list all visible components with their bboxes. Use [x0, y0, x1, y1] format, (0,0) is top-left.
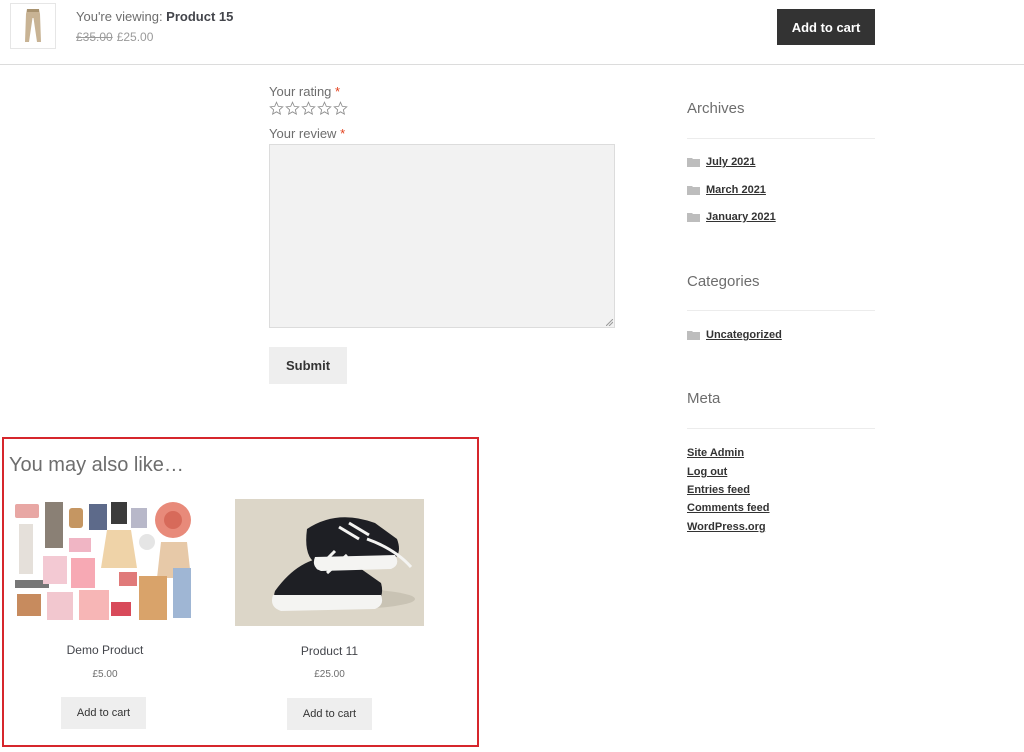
sneakers-image[interactable]: [235, 499, 424, 626]
meta-link-entries-feed[interactable]: Entries feed: [687, 484, 750, 496]
submit-review-button[interactable]: Submit: [269, 347, 347, 384]
meta-link-site-admin[interactable]: Site Admin: [687, 447, 744, 459]
viewing-prefix: You're viewing:: [76, 9, 167, 24]
archive-link[interactable]: January 2021: [706, 211, 776, 223]
archives-title: Archives: [687, 100, 745, 117]
archive-item[interactable]: July 2021: [687, 156, 756, 168]
fashion-collage-image[interactable]: [11, 498, 199, 626]
current-price: £25.00: [116, 30, 154, 44]
folder-icon: [687, 331, 700, 340]
category-link[interactable]: Uncategorized: [706, 329, 782, 341]
viewing-product-name: Product 15: [166, 9, 234, 24]
required-mark: *: [335, 84, 341, 99]
product-name[interactable]: Demo Product: [11, 643, 199, 657]
divider: [687, 428, 875, 429]
archive-link[interactable]: March 2021: [706, 184, 766, 196]
folder-icon: [687, 186, 700, 195]
divider: [687, 138, 875, 139]
viewing-text: You're viewing: Product 15: [76, 9, 233, 24]
meta-link-wordpress-org[interactable]: WordPress.org: [687, 521, 766, 533]
folder-icon: [687, 158, 700, 167]
add-to-cart-button[interactable]: Add to cart: [287, 698, 372, 730]
review-label: Your review *: [269, 126, 345, 141]
star-icon[interactable]: [269, 101, 284, 116]
trousers-icon: [25, 9, 41, 42]
divider: [687, 310, 875, 311]
meta-title: Meta: [687, 390, 721, 407]
meta-link-log-out[interactable]: Log out: [687, 466, 727, 478]
review-textarea[interactable]: [269, 144, 615, 328]
star-icon[interactable]: [301, 101, 316, 116]
archive-item[interactable]: January 2021: [687, 211, 776, 223]
categories-title: Categories: [687, 273, 760, 290]
add-to-cart-button[interactable]: Add to cart: [61, 697, 146, 729]
sticky-add-to-cart-button[interactable]: Add to cart: [777, 9, 875, 45]
required-mark: *: [340, 126, 346, 141]
category-item[interactable]: Uncategorized: [687, 329, 782, 341]
folder-icon: [687, 213, 700, 222]
sticky-price: £35.00 £25.00: [76, 30, 153, 44]
star-rating[interactable]: [269, 101, 348, 116]
rating-label-text: Your rating: [269, 84, 332, 99]
product-thumbnail: [10, 3, 56, 49]
related-products-title: You may also like…: [9, 454, 184, 476]
rating-label: Your rating *: [269, 84, 340, 99]
star-icon[interactable]: [285, 101, 300, 116]
meta-link-comments-feed[interactable]: Comments feed: [687, 502, 770, 514]
review-label-text: Your review: [269, 126, 337, 141]
resize-handle-icon[interactable]: [606, 319, 613, 326]
archive-link[interactable]: July 2021: [706, 156, 756, 168]
product-name[interactable]: Product 11: [235, 644, 424, 658]
sticky-add-to-cart-bar: You're viewing: Product 15 £35.00 £25.00 …: [0, 0, 1024, 65]
archive-item[interactable]: March 2021: [687, 184, 766, 196]
star-icon[interactable]: [333, 101, 348, 116]
product-price: £5.00: [92, 669, 118, 680]
old-price: £35.00: [76, 30, 113, 44]
product-price: £25.00: [314, 669, 345, 680]
star-icon[interactable]: [317, 101, 332, 116]
